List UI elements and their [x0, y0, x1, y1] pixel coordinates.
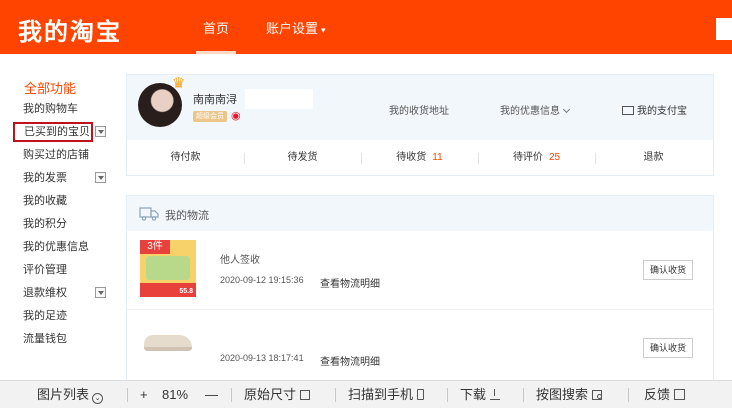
search-by-image-label: 按图搜索 — [536, 387, 589, 402]
divider — [335, 388, 336, 402]
truck-icon — [139, 207, 159, 221]
zoom-level: 81% — [162, 387, 189, 402]
confirm-receipt-button[interactable]: 确认收货 — [643, 338, 693, 358]
taobao-page: 我的淘宝 首页 账户设置 ▾ 全部功能 我的购物车 已买到的宝贝 购买过的店铺 我… — [0, 0, 732, 408]
chevron-down-icon: ⌄ — [92, 393, 104, 404]
top-header: 我的淘宝 首页 账户设置 ▾ — [0, 0, 732, 54]
order-label: 待付款 — [170, 152, 201, 163]
nav-account-settings[interactable]: 账户设置 ▾ — [266, 0, 326, 54]
zoom-in-button[interactable]: + — [140, 381, 148, 408]
caret-down-icon: ▾ — [321, 25, 326, 35]
crown-icon: ♛ — [172, 75, 186, 92]
quantity-tag: 3件 — [140, 240, 170, 254]
download-button[interactable]: 下载 — [460, 381, 501, 408]
order-status-row: 待付款 待发货 待收货 11 待评价 25 退款 — [127, 141, 713, 175]
phone-icon — [417, 389, 425, 400]
product-price: 55.8 — [179, 288, 193, 295]
image-search-icon — [592, 390, 603, 400]
link-shipping-address[interactable]: 我的收货地址 — [389, 102, 449, 117]
order-pending-receipt[interactable]: 待收货 11 — [361, 141, 478, 175]
nav-active-indicator — [196, 51, 236, 54]
feedback-icon — [674, 389, 686, 400]
nav-home[interactable]: 首页 — [196, 0, 236, 54]
username: 南南南浔 — [193, 94, 237, 106]
divider — [447, 388, 448, 402]
sidebar-item-points[interactable]: 我的积分 — [23, 214, 67, 234]
divider — [127, 388, 128, 402]
download-label: 下载 — [460, 387, 487, 402]
username-mask — [245, 89, 313, 109]
logistics-title: 我的物流 — [165, 210, 209, 222]
search-by-image-button[interactable]: 按图搜索 — [536, 381, 603, 408]
feedback-label: 反馈 — [644, 387, 671, 402]
product-image — [146, 256, 190, 280]
sidebar-item-footprints[interactable]: 我的足迹 — [23, 306, 67, 326]
dropdown-arrow-icon[interactable] — [95, 172, 106, 183]
order-pending-payment[interactable]: 待付款 — [127, 141, 244, 175]
divider — [523, 388, 524, 402]
weibo-icon[interactable]: ◉ — [231, 110, 244, 122]
delivery-time: 2020-09-12 19:15:36 — [220, 275, 304, 285]
view-logistics-link[interactable]: 查看物流明细 — [320, 353, 380, 368]
sidebar-item-coupons[interactable]: 我的优惠信息 — [23, 237, 89, 257]
confirm-receipt-button[interactable]: 确认收货 — [643, 260, 693, 280]
product-thumbnail[interactable]: 3件 55.8 — [140, 240, 196, 297]
sidebar-all-functions[interactable]: 全部功能 — [24, 78, 76, 97]
order-label: 退款 — [643, 152, 664, 163]
download-icon — [490, 389, 501, 400]
logo[interactable]: 我的淘宝 — [18, 12, 122, 47]
logistics-header: 我的物流 — [127, 196, 713, 231]
image-viewer-toolbar: 图片列表 ⌄ + 81% — 原始尺寸 扫描到手机 下载 按图搜索 反馈 — [0, 380, 732, 408]
link-coupon-label: 我的优惠信息 — [500, 106, 560, 117]
link-alipay-label: 我的支付宝 — [637, 106, 687, 117]
scan-to-phone-button[interactable]: 扫描到手机 — [348, 381, 425, 408]
sidebar-item-bought[interactable]: 已买到的宝贝 — [13, 122, 93, 142]
profile-header: ♛ 南南南浔 超级会员 ◉ 我的收货地址 我的优惠信息 我的支付宝 — [127, 75, 713, 140]
image-list-button[interactable]: 图片列表 ⌄ — [37, 381, 104, 408]
order-label: 待收货 — [396, 152, 427, 163]
member-badge[interactable]: 超级会员 — [193, 111, 227, 122]
dropdown-arrow-icon[interactable] — [95, 126, 106, 137]
delivery-status: 他人签收 — [220, 255, 260, 266]
zoom-out-button[interactable]: — — [205, 381, 218, 408]
order-count: 25 — [548, 152, 561, 163]
product-thumbnail[interactable] — [140, 323, 196, 361]
order-refund[interactable]: 退款 — [595, 141, 712, 175]
feedback-button[interactable]: 反馈 — [644, 381, 686, 408]
fit-size-icon — [300, 390, 311, 400]
view-logistics-link[interactable]: 查看物流明细 — [320, 275, 380, 290]
image-list-label: 图片列表 — [37, 387, 90, 402]
link-alipay[interactable]: 我的支付宝 — [622, 102, 687, 117]
nav-account-settings-label: 账户设置 — [266, 21, 319, 36]
sidebar-item-data-wallet[interactable]: 流量钱包 — [23, 329, 67, 349]
sidebar-item-refunds[interactable]: 退款维权 — [23, 283, 67, 303]
sidebar-item-reviews[interactable]: 评价管理 — [23, 260, 67, 280]
sidebar-item-favorites[interactable]: 我的收藏 — [23, 191, 67, 211]
divider — [127, 309, 713, 310]
chevron-down-icon — [562, 105, 571, 114]
profile-card: ♛ 南南南浔 超级会员 ◉ 我的收货地址 我的优惠信息 我的支付宝 待付款 待发… — [126, 74, 714, 176]
dropdown-arrow-icon[interactable] — [95, 287, 106, 298]
divider — [231, 388, 232, 402]
divider — [628, 388, 629, 402]
alipay-icon — [622, 106, 634, 115]
sidebar-item-invoice[interactable]: 我的发票 — [23, 168, 67, 188]
link-coupon-info[interactable]: 我的优惠信息 — [500, 102, 571, 117]
sidebar-item-cart[interactable]: 我的购物车 — [23, 99, 78, 119]
order-pending-shipment[interactable]: 待发货 — [244, 141, 361, 175]
header-search-box[interactable] — [716, 18, 732, 40]
shoe-image — [144, 335, 192, 351]
order-label: 待发货 — [287, 152, 318, 163]
scan-to-phone-label: 扫描到手机 — [348, 387, 414, 402]
sidebar-item-shops[interactable]: 购买过的店铺 — [23, 145, 89, 165]
logistics-panel: 我的物流 3件 55.8 他人签收 2020-09-12 19:15:36 查看… — [126, 195, 714, 385]
order-pending-review[interactable]: 待评价 25 — [478, 141, 595, 175]
order-label: 待评价 — [512, 152, 543, 163]
original-size-button[interactable]: 原始尺寸 — [244, 381, 311, 408]
delivery-time: 2020-09-13 18:17:41 — [220, 353, 304, 363]
original-size-label: 原始尺寸 — [244, 387, 297, 402]
order-count: 11 — [432, 152, 443, 163]
